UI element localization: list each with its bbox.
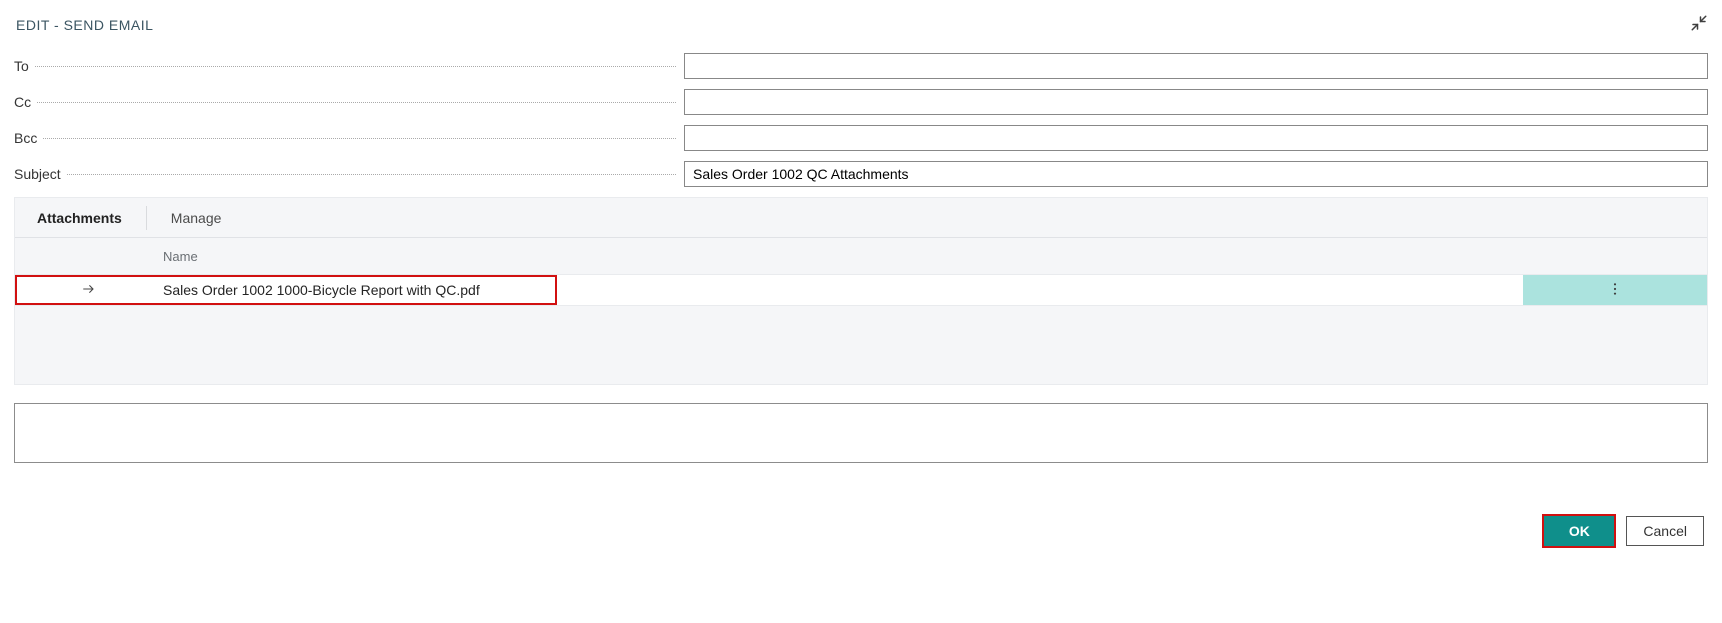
attachments-section: Attachments Manage Name Sales Order 1002…	[14, 197, 1708, 385]
email-body-field[interactable]	[14, 403, 1708, 463]
subject-label: Subject	[14, 166, 67, 182]
attachment-name: Sales Order 1002 1000-Bicycle Report wit…	[163, 282, 1523, 298]
table-row[interactable]: Sales Order 1002 1000-Bicycle Report wit…	[15, 274, 1707, 306]
tab-divider	[146, 206, 147, 230]
arrow-right-icon	[81, 281, 97, 300]
to-label: To	[14, 58, 35, 74]
bcc-field[interactable]	[684, 125, 1708, 151]
cc-label: Cc	[14, 94, 37, 110]
ok-button[interactable]: OK	[1544, 516, 1614, 546]
column-header-name[interactable]: Name	[163, 249, 198, 264]
dotted-leader	[37, 102, 676, 103]
bcc-label: Bcc	[14, 130, 43, 146]
subject-field[interactable]	[684, 161, 1708, 187]
to-field[interactable]	[684, 53, 1708, 79]
dotted-leader	[43, 138, 676, 139]
cc-field[interactable]	[684, 89, 1708, 115]
dotted-leader	[35, 66, 676, 67]
cancel-button[interactable]: Cancel	[1626, 516, 1704, 546]
dialog-title: EDIT - SEND EMAIL	[16, 17, 153, 33]
collapse-icon[interactable]	[1690, 14, 1708, 35]
dotted-leader	[67, 174, 676, 175]
more-vertical-icon	[1607, 281, 1623, 300]
row-actions-button[interactable]	[1523, 275, 1707, 305]
tab-attachments[interactable]: Attachments	[29, 204, 130, 232]
tab-manage[interactable]: Manage	[163, 204, 230, 232]
